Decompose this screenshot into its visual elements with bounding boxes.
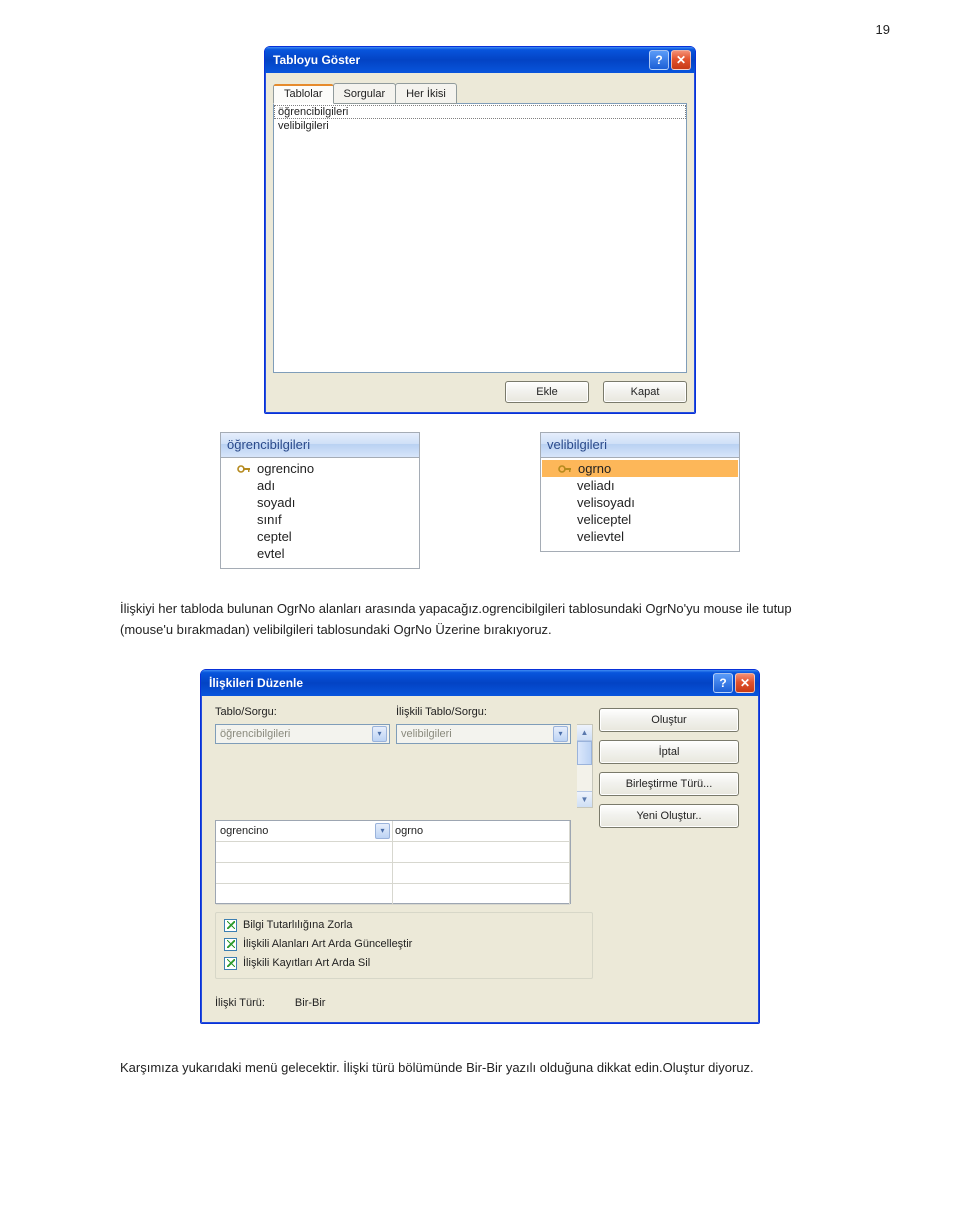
- grid-cell[interactable]: [216, 884, 393, 905]
- field-row[interactable]: ogrencino: [221, 460, 419, 477]
- grid-cell[interactable]: [393, 884, 570, 905]
- chevron-down-icon[interactable]: ▾: [375, 823, 390, 839]
- field-row[interactable]: evtel: [221, 545, 419, 562]
- checkbox-icon: [224, 938, 237, 951]
- scroll-up-icon[interactable]: ▲: [577, 725, 592, 741]
- chevron-down-icon[interactable]: ▾: [372, 726, 387, 742]
- edit-rel-titlebar: İlişkileri Düzenle ? ✕: [201, 670, 759, 696]
- chevron-down-icon[interactable]: ▾: [553, 726, 568, 742]
- field-row[interactable]: ceptel: [221, 528, 419, 545]
- related-table-label: İlişkili Tablo/Sorgu:: [396, 706, 571, 718]
- join-type-button[interactable]: Birleştirme Türü...: [599, 772, 739, 796]
- cascade-update-checkbox[interactable]: İlişkili Alanları Art Arda Güncelleştir: [224, 938, 584, 951]
- table-label: Tablo/Sorgu:: [215, 706, 390, 718]
- tab-both[interactable]: Her İkisi: [395, 83, 457, 104]
- options-group: Bilgi Tutarlılığına Zorla İlişkili Alanl…: [215, 912, 593, 979]
- enforce-integrity-checkbox[interactable]: Bilgi Tutarlılığına Zorla: [224, 919, 584, 932]
- table-combo[interactable]: öğrencibilgileri ▾: [215, 724, 390, 744]
- help-button[interactable]: ?: [713, 673, 733, 693]
- help-button[interactable]: ?: [649, 50, 669, 70]
- field-row[interactable]: adı: [221, 477, 419, 494]
- field-row[interactable]: veliadı: [541, 477, 739, 494]
- edit-relationships-dialog: İlişkileri Düzenle ? ✕ Tablo/Sorgu: İliş…: [200, 669, 760, 1024]
- close-icon[interactable]: ✕: [735, 673, 755, 693]
- key-icon: [558, 463, 572, 478]
- grid-cell[interactable]: [216, 842, 393, 863]
- body-text-1: İlişkiyi her tabloda bulunan OgrNo alanl…: [120, 599, 820, 641]
- scroll-down-icon[interactable]: ▼: [577, 791, 592, 807]
- field-row[interactable]: ogrno: [542, 460, 738, 477]
- field-row[interactable]: velievtel: [541, 528, 739, 545]
- create-button[interactable]: Oluştur: [599, 708, 739, 732]
- field-lists: öğrencibilgileri ogrencino adı soyadı sı…: [140, 432, 820, 569]
- grid-scrollbar[interactable]: ▲ ▼: [577, 724, 593, 808]
- add-button[interactable]: Ekle: [505, 381, 589, 403]
- new-button[interactable]: Yeni Oluştur..: [599, 804, 739, 828]
- rel-type-value: Bir-Bir: [295, 997, 326, 1009]
- key-icon: [237, 463, 251, 478]
- show-table-titlebar: Tabloyu Göster ? ✕: [265, 47, 695, 73]
- field-join-grid[interactable]: ogrencino ▾ ogrno: [215, 820, 571, 904]
- page-number: 19: [876, 22, 890, 37]
- field-row[interactable]: veliceptel: [541, 511, 739, 528]
- grid-cell[interactable]: [393, 863, 570, 884]
- left-field-combo[interactable]: ogrencino ▾: [216, 821, 392, 841]
- list-item[interactable]: öğrencibilgileri: [274, 105, 686, 119]
- show-table-dialog: Tabloyu Göster ? ✕ Tablolar Sorgular Her…: [264, 46, 696, 414]
- fieldlist-right[interactable]: velibilgileri ogrno veliadı velisoyadı v…: [540, 432, 740, 552]
- close-button[interactable]: Kapat: [603, 381, 687, 403]
- body-text-2: Karşımıza yukarıdaki menü gelecektir. İl…: [120, 1058, 820, 1079]
- tables-listbox[interactable]: öğrencibilgileri velibilgileri: [273, 103, 687, 373]
- show-table-title: Tabloyu Göster: [273, 53, 649, 67]
- edit-rel-title: İlişkileri Düzenle: [209, 676, 713, 690]
- checkbox-icon: [224, 919, 237, 932]
- rel-type-label: İlişki Türü:: [215, 997, 265, 1009]
- grid-cell[interactable]: [393, 842, 570, 863]
- field-row[interactable]: soyadı: [221, 494, 419, 511]
- list-item[interactable]: velibilgileri: [274, 119, 686, 133]
- cascade-delete-checkbox[interactable]: İlişkili Kayıtları Art Arda Sil: [224, 957, 584, 970]
- show-table-tabs: Tablolar Sorgular Her İkisi: [273, 81, 687, 104]
- fieldlist-left-title: öğrencibilgileri: [221, 433, 419, 458]
- scroll-thumb[interactable]: [577, 741, 592, 765]
- related-table-combo[interactable]: velibilgileri ▾: [396, 724, 571, 744]
- field-row[interactable]: velisoyadı: [541, 494, 739, 511]
- close-icon[interactable]: ✕: [671, 50, 691, 70]
- cancel-button[interactable]: İptal: [599, 740, 739, 764]
- tab-queries[interactable]: Sorgular: [333, 83, 397, 104]
- field-row[interactable]: sınıf: [221, 511, 419, 528]
- checkbox-icon: [224, 957, 237, 970]
- grid-cell[interactable]: [216, 863, 393, 884]
- tab-tables[interactable]: Tablolar: [273, 84, 334, 104]
- fieldlist-right-title: velibilgileri: [541, 433, 739, 458]
- fieldlist-left[interactable]: öğrencibilgileri ogrencino adı soyadı sı…: [220, 432, 420, 569]
- right-field-cell[interactable]: ogrno: [393, 821, 570, 842]
